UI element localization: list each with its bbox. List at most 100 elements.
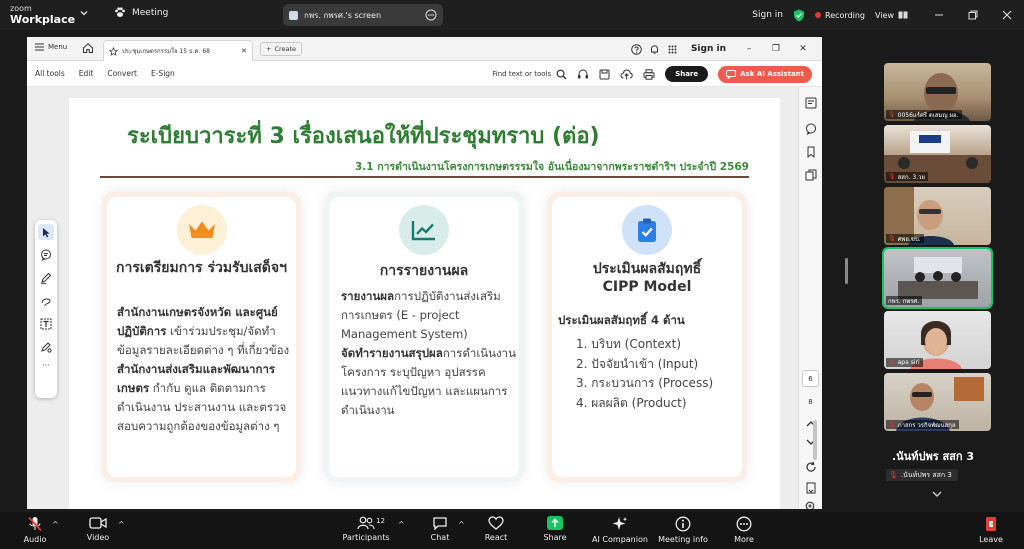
participant-name-tag: 🎙 ภาสกร วรกิจพัฒนสกุล <box>886 420 959 429</box>
card-reporting: การรายงานผล รายงานผลการปฏิบัติงานส่งเสริ… <box>324 192 524 482</box>
restore-document-icon[interactable]: ❐ <box>766 44 786 54</box>
leave-button[interactable]: Leave <box>976 516 1006 548</box>
card-preparation: การเตรียมการ ร่วมรับเสด็จฯ สำนักงานเกษตร… <box>102 192 301 482</box>
panel-resize-handle[interactable] <box>845 258 848 284</box>
more-button[interactable]: More <box>729 516 759 548</box>
clipboard-check-icon <box>622 205 672 255</box>
esign-menu[interactable]: E-Sign <box>151 69 175 78</box>
participant-tile[interactable]: 🎙 apa siri <box>884 311 991 369</box>
close-window-icon[interactable] <box>990 0 1024 30</box>
document-tab[interactable]: ประชุมเกษตรกรรมใจ 15 ธ.ค. 68 ✕ <box>103 40 253 61</box>
video-button[interactable]: Video <box>83 516 113 548</box>
ai-companion-button[interactable]: AI Companion <box>590 516 650 548</box>
close-document-icon[interactable]: ✕ <box>793 44 813 54</box>
react-button[interactable]: React <box>481 516 511 548</box>
select-cursor-icon[interactable] <box>38 224 54 240</box>
view-button[interactable]: View <box>875 11 908 20</box>
read-aloud-icon[interactable] <box>577 68 589 80</box>
participant-tile-active[interactable]: กพร. กพรศ. <box>882 247 993 309</box>
gallery-expand-chevron-icon[interactable] <box>931 489 943 499</box>
zoom-signin-button[interactable]: Sign in <box>752 10 783 20</box>
minimize-window-icon[interactable] <box>922 0 956 30</box>
document-menu-button[interactable]: Menu <box>35 43 67 51</box>
copy-pages-icon[interactable] <box>805 169 817 181</box>
heart-icon <box>488 516 504 530</box>
audio-options-caret-icon[interactable]: ^ <box>52 520 59 529</box>
document-scrollbar[interactable] <box>813 420 817 460</box>
home-icon[interactable] <box>82 42 94 54</box>
meeting-label: Meeting <box>132 7 169 18</box>
video-camera-icon <box>89 517 107 529</box>
comments-panel-icon[interactable] <box>805 123 817 135</box>
comment-tool-icon[interactable] <box>38 247 54 263</box>
card-evaluation-lead: ประเมินผลสัมฤทธิ์ 4 ด้าน <box>558 313 685 327</box>
audio-button[interactable]: Audio <box>20 516 50 548</box>
restore-window-icon[interactable] <box>956 0 990 30</box>
chat-options-caret-icon[interactable]: ^ <box>458 520 465 529</box>
upload-cloud-icon[interactable] <box>620 68 633 80</box>
document-title-bar: Menu ประชุมเกษตรกรรมใจ 15 ธ.ค. 68 ✕ + Cr… <box>27 37 822 61</box>
document-viewport[interactable]: ระเบียบวาระที่ 3 เรื่องเสนอให้ที่ประชุมท… <box>27 87 822 509</box>
apps-grid-icon[interactable] <box>667 44 678 55</box>
close-tab-icon[interactable]: ✕ <box>241 47 247 55</box>
screen-share-pill[interactable]: กพร. กพรศ.'s screen <box>283 4 443 26</box>
plus-icon: + <box>266 45 272 53</box>
top-right-controls: Sign in Recording View <box>752 0 1024 30</box>
active-speaker-tag[interactable]: 🎙 .นันท์ปพร สสก 3 <box>886 469 958 481</box>
screen-share-icon <box>289 10 298 20</box>
highlight-pen-icon[interactable] <box>38 270 54 286</box>
more-tools-icon[interactable]: ··· <box>35 361 57 370</box>
ai-assistant-icon <box>726 69 737 79</box>
chevron-down-icon[interactable] <box>79 8 89 18</box>
share-screen-button[interactable]: Share <box>540 516 570 548</box>
text-box-icon[interactable] <box>38 316 54 332</box>
print-icon[interactable] <box>643 68 655 80</box>
find-text-button[interactable]: Find text or tools <box>492 69 567 80</box>
save-icon[interactable] <box>599 69 610 80</box>
slide-page: ระเบียบวาระที่ 3 เรื่องเสนอให้ที่ประชุมท… <box>69 98 780 509</box>
participant-tile[interactable]: 🎙 0056แร์ศรี ดเสมญ ผอ. <box>884 63 991 121</box>
participant-tile[interactable]: 🎙 ภาสกร วรกิจพัฒนสกุล <box>884 373 991 431</box>
minimize-document-icon[interactable]: – <box>739 44 759 54</box>
document-toolbar: All tools Edit Convert E-Sign Find text … <box>27 61 822 87</box>
document-save-icon[interactable] <box>805 482 817 494</box>
paw-icon <box>114 7 126 18</box>
help-icon[interactable] <box>631 43 642 55</box>
refresh-icon[interactable] <box>805 461 817 473</box>
ask-ai-assistant-button[interactable]: Ask AI Assistant <box>718 65 812 83</box>
shield-check-icon[interactable] <box>793 9 805 22</box>
participants-options-caret-icon[interactable]: ^ <box>398 520 405 529</box>
more-options-icon[interactable] <box>425 9 437 21</box>
recording-indicator[interactable]: Recording <box>815 11 865 20</box>
bookmark-icon[interactable] <box>805 146 817 158</box>
meeting-menu[interactable]: Meeting <box>114 7 168 18</box>
edit-menu[interactable]: Edit <box>79 69 94 78</box>
stamp-icon[interactable] <box>38 339 54 355</box>
zoom-in-icon[interactable] <box>805 501 817 509</box>
document-signin-button[interactable]: Sign in <box>691 44 726 54</box>
video-options-caret-icon[interactable]: ^ <box>118 520 125 529</box>
participant-tile[interactable]: 🎙 สสก. 3.วย <box>884 125 991 183</box>
meeting-info-button[interactable]: Meeting info <box>658 516 708 548</box>
notifications-bell-icon[interactable] <box>649 44 660 55</box>
document-tool-menu: All tools Edit Convert E-Sign <box>35 69 175 78</box>
all-tools-menu[interactable]: All tools <box>35 69 65 78</box>
freehand-draw-icon[interactable] <box>38 293 54 309</box>
info-icon <box>675 516 691 532</box>
card-reporting-text-1-bold: รายงานผล <box>341 289 395 303</box>
document-share-button[interactable]: Share <box>665 66 709 82</box>
page-thumbnails-icon[interactable] <box>805 97 817 109</box>
chat-button[interactable]: Chat <box>425 516 455 548</box>
participant-tile[interactable]: 🎙 ศพอ.ขบ. <box>884 187 991 245</box>
participant-count: 12 <box>376 517 385 525</box>
create-button[interactable]: + Create <box>260 42 303 56</box>
cipp-list-item: 2. ปัจจัยนำเข้า (Input) <box>576 356 699 371</box>
convert-menu[interactable]: Convert <box>107 69 137 78</box>
cipp-list-item: 3. กระบวนการ (Process) <box>576 376 714 390</box>
chat-bubble-icon <box>433 517 447 530</box>
participant-name-tag: 🎙 ศพอ.ขบ. <box>886 234 924 243</box>
card-preparation-heading: การเตรียมการ ร่วมรับเสด็จฯ <box>116 260 287 276</box>
star-icon[interactable] <box>109 46 118 56</box>
participant-name-tag: 🎙 apa siri <box>886 358 923 367</box>
current-page-input[interactable]: 6 <box>802 370 819 387</box>
